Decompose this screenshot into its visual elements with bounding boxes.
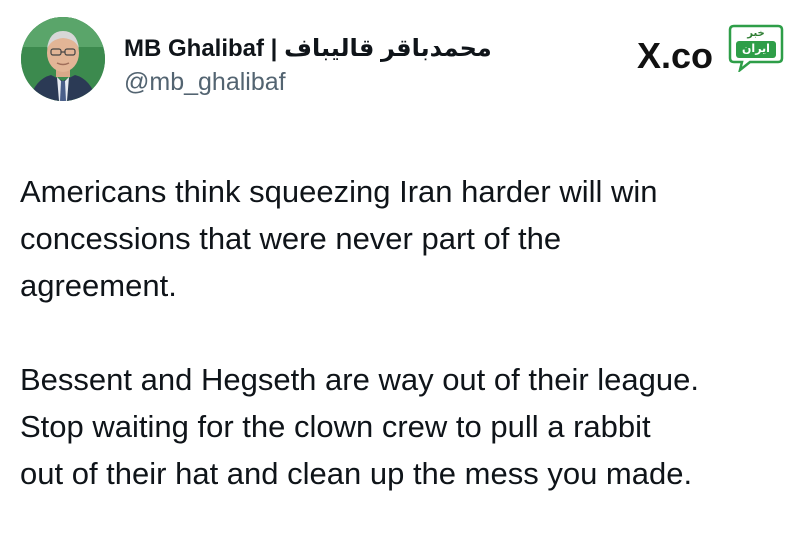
x-com-text: X.co (637, 35, 714, 76)
badge-main-text: ایران (742, 43, 770, 55)
profile-photo (21, 17, 105, 101)
author-handle[interactable]: @mb_ghalibaf (124, 68, 286, 97)
tweet-paragraph-1: Americans think squeezing Iran harder wi… (20, 174, 658, 303)
x-com-watermark: X.co (637, 35, 713, 77)
display-name[interactable]: MB Ghalibaf | محمدباقر قالیباف (124, 34, 492, 63)
avatar[interactable] (21, 17, 105, 101)
author-name-row: MB Ghalibaf | محمدباقر قالیباف (124, 30, 492, 66)
tweet-paragraph-2: Bessent and Hegseth are way out of their… (20, 362, 699, 491)
badge-top-text: خبر (747, 28, 765, 39)
khabar-iran-badge: خبر ایران (728, 24, 784, 72)
tweet-text: Americans think squeezing Iran harder wi… (20, 168, 790, 497)
